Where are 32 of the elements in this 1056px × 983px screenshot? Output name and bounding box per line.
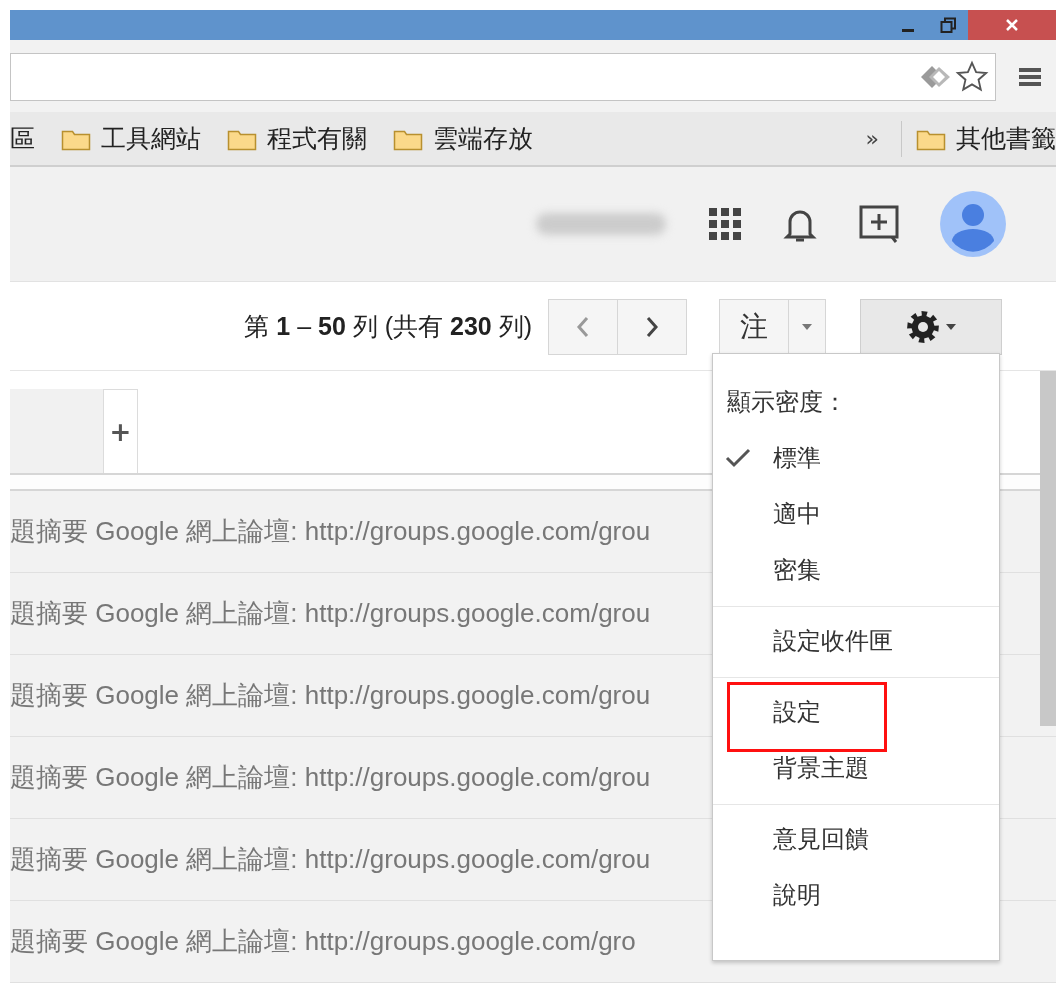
email-snippet: 題摘要 Google 網上論壇: http://groups.google.com/grou (10, 761, 651, 794)
email-snippet: 題摘要 Google 網上論壇: http://groups.google.com/gro (10, 925, 636, 958)
address-field[interactable] (10, 53, 996, 102)
bookmark[interactable]: 雲端存放 (393, 122, 533, 156)
caret-icon (946, 323, 956, 330)
avatar-icon[interactable] (940, 191, 1006, 258)
overflow-chevron[interactable]: » (865, 126, 879, 152)
restore-icon (940, 17, 956, 34)
email-snippet: 題摘要 Google 網上論壇: http://groups.google.com/grou (10, 843, 651, 876)
bookmark[interactable]: 工具網站 (61, 122, 201, 156)
caret-icon (802, 323, 812, 330)
minimize-icon (902, 28, 914, 32)
add-box-icon[interactable] (858, 204, 900, 245)
pagination-text: 第 1 – 50 列 (共有 230 列) (244, 311, 532, 343)
email-snippet: 題摘要 Google 網上論壇: http://groups.google.com/grou (10, 597, 651, 630)
settings-icon (906, 309, 940, 344)
input-tools-button[interactable]: 注 (719, 298, 789, 355)
bookmark[interactable]: 程式有關 (227, 122, 367, 156)
scrollbar[interactable] (1040, 371, 1056, 726)
add-tab-button[interactable]: + (103, 389, 138, 473)
menu-heading: 顯示密度： (726, 387, 848, 418)
email-snippet: 題摘要 Google 網上論壇: http://groups.google.com/grou (10, 679, 651, 712)
close-button[interactable] (968, 10, 1056, 41)
chevron-left-icon (576, 315, 590, 338)
apps-grid-icon[interactable] (708, 207, 742, 242)
bookmark[interactable]: 其他書籤 (916, 122, 1056, 156)
email-snippet: 題摘要 Google 網上論壇: http://groups.google.com/grou (10, 515, 651, 548)
chevron-right-icon (645, 315, 659, 338)
bookmark[interactable]: 區 (10, 122, 35, 156)
menu-item[interactable]: 設定 (727, 682, 887, 752)
menu-item[interactable]: 標準 (713, 430, 999, 486)
settings-button[interactable] (860, 298, 1002, 355)
